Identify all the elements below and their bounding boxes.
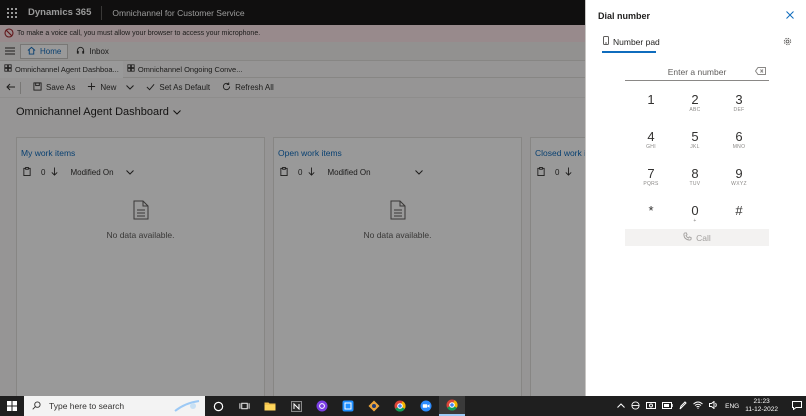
screen-capture-icon[interactable] — [335, 396, 361, 416]
key-letters: + — [693, 217, 697, 224]
dial-number-panel: Dial number Number pad 1 2ABC 3DEF 4GHI … — [585, 0, 806, 396]
key-letters: PQRS — [643, 180, 659, 187]
chrome-icon[interactable] — [387, 396, 413, 416]
key-letters: DEF — [733, 106, 745, 113]
notifications-icon[interactable] — [792, 400, 802, 412]
key-letters: TUV — [689, 180, 701, 187]
panel-title: Dial number — [598, 11, 651, 21]
key-letters: JKL — [690, 143, 700, 150]
key-digit: 4 — [647, 128, 655, 144]
taskbar-search[interactable]: Type here to search — [24, 396, 205, 416]
key-letters: ABC — [689, 106, 701, 113]
pen-icon[interactable] — [679, 400, 687, 412]
key-0[interactable]: 0 + — [673, 195, 717, 232]
volume-icon[interactable] — [709, 400, 719, 411]
search-highlight-icon — [173, 399, 201, 415]
key-2[interactable]: 2 ABC — [673, 84, 717, 121]
phone-icon — [683, 232, 692, 243]
clock-date: 11-12-2022 — [745, 406, 778, 413]
purple-app-icon[interactable] — [309, 396, 335, 416]
close-icon[interactable] — [786, 11, 794, 21]
key-digit: 3 — [735, 91, 743, 107]
camera-icon[interactable] — [646, 401, 657, 411]
system-tray: ENG 21:23 11-12-2022 — [617, 396, 806, 416]
key-digit: 6 — [735, 128, 743, 144]
keypad: 1 2 ABC 3 DEF 4 GHI 5 JKL 6 MNO 7 PQRS 8 TUV 9W… — [629, 84, 762, 232]
clock-time: 21:23 — [753, 398, 770, 405]
gear-icon[interactable] — [783, 37, 792, 48]
key-star[interactable]: * — [629, 195, 673, 232]
tab-number-pad-label: Number pad — [613, 36, 660, 47]
call-label: Call — [696, 232, 711, 243]
zoom-icon[interactable] — [413, 396, 439, 416]
taskbar: Type here to search ENG 21:23 11-12-2022 — [0, 396, 806, 416]
key-4[interactable]: 4 GHI — [629, 121, 673, 158]
dialpad-icon — [603, 36, 609, 47]
key-digit: * — [648, 202, 654, 218]
chevron-up-icon[interactable] — [617, 402, 625, 410]
key-digit: 7 — [647, 165, 655, 181]
tab-number-pad[interactable]: Number pad — [603, 36, 660, 47]
chrome-active-icon[interactable] — [439, 396, 465, 416]
key-1[interactable]: 1 — [629, 84, 673, 121]
backspace-icon[interactable] — [754, 67, 766, 77]
search-placeholder: Type here to search — [49, 401, 125, 411]
key-letters: GHI — [646, 143, 656, 150]
key-9[interactable]: 9 WXYZ — [717, 158, 761, 195]
key-digit: 8 — [691, 165, 699, 181]
task-view-icon[interactable] — [231, 396, 257, 416]
wifi-icon[interactable] — [693, 401, 703, 411]
windows-start-icon[interactable] — [0, 396, 24, 416]
key-digit: # — [735, 202, 743, 218]
key-digit: 0 — [691, 202, 699, 218]
call-button[interactable]: Call — [625, 229, 769, 246]
key-digit: 9 — [735, 165, 743, 181]
key-letters: WXYZ — [731, 180, 747, 187]
search-icon — [32, 400, 41, 412]
file-explorer-icon[interactable] — [257, 396, 283, 416]
clock[interactable]: 21:23 11-12-2022 — [745, 398, 778, 414]
key-5[interactable]: 5 JKL — [673, 121, 717, 158]
active-tab-indicator — [602, 51, 656, 53]
notion-icon[interactable] — [283, 396, 309, 416]
sourcetree-icon[interactable] — [361, 396, 387, 416]
phone-number-input[interactable] — [625, 64, 769, 81]
key-6[interactable]: 6 MNO — [717, 121, 761, 158]
key-hash[interactable]: # — [717, 195, 761, 232]
key-digit: 1 — [647, 91, 655, 107]
language-indicator[interactable]: ENG — [725, 403, 739, 410]
key-8[interactable]: 8 TUV — [673, 158, 717, 195]
key-digit: 5 — [691, 128, 699, 144]
network-icon[interactable] — [631, 400, 640, 412]
battery-icon[interactable] — [662, 401, 673, 411]
key-letters: MNO — [732, 143, 746, 150]
key-3[interactable]: 3 DEF — [717, 84, 761, 121]
key-7[interactable]: 7 PQRS — [629, 158, 673, 195]
key-digit: 2 — [691, 91, 699, 107]
cortana-icon[interactable] — [205, 396, 231, 416]
modal-overlay[interactable] — [0, 0, 585, 396]
